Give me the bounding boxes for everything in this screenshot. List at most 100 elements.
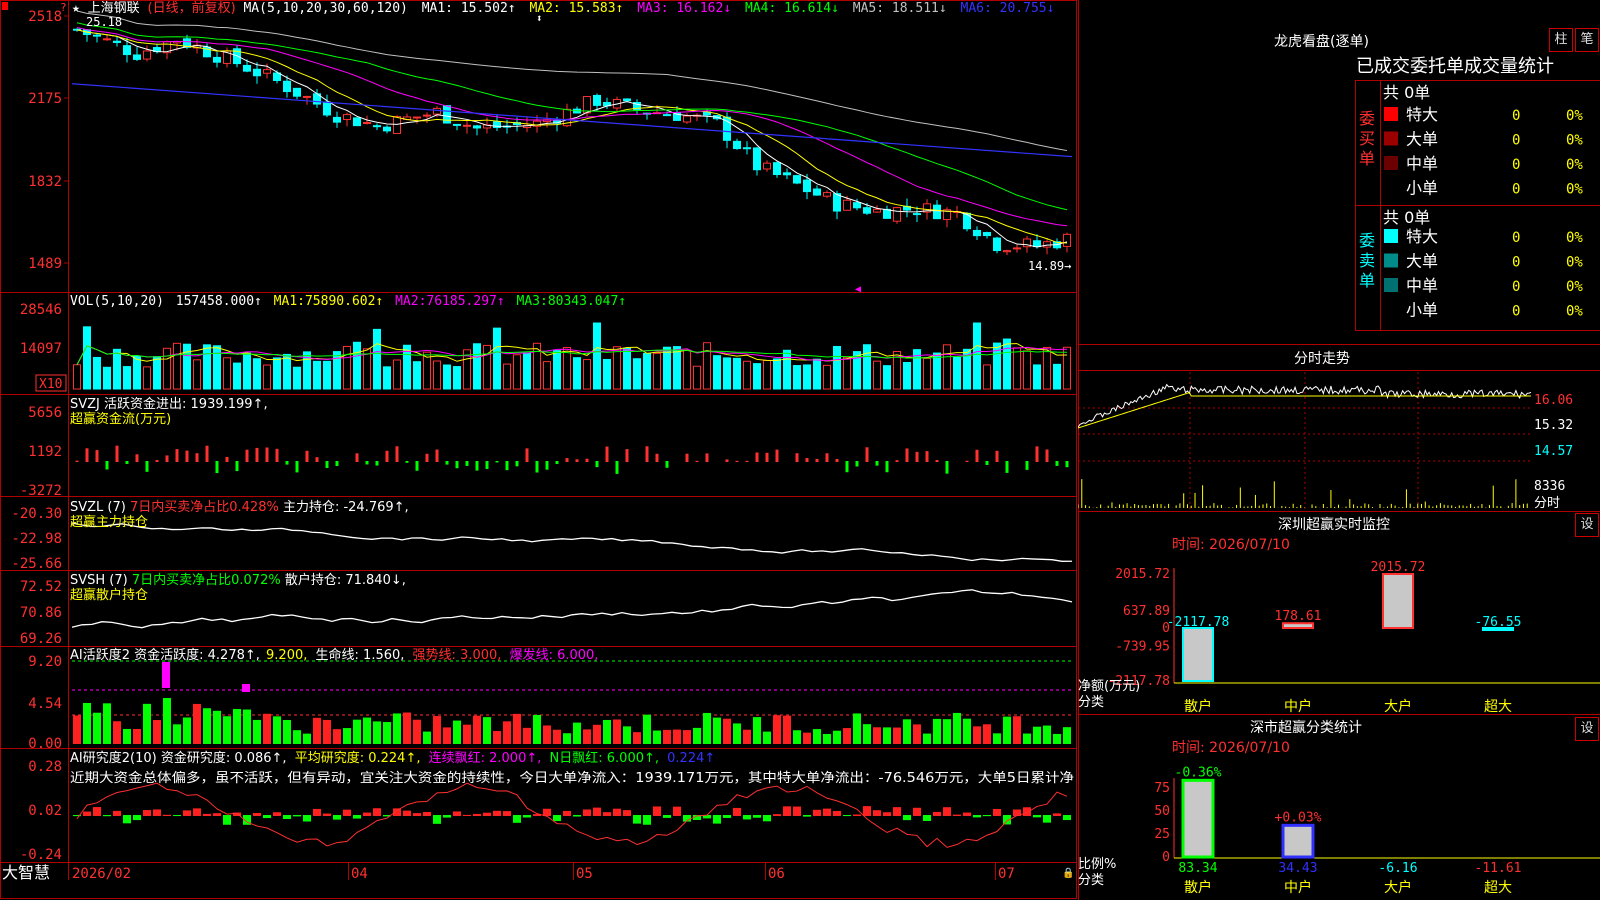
kline-chart-area[interactable]: ? 2518 2175 1832 1489 ★ 上海钢联 (日线，前复权) MA… <box>0 0 1078 900</box>
color-swatch <box>1384 156 1398 170</box>
ai-active-bar <box>303 733 311 744</box>
sz-class-settings-button[interactable]: 设 <box>1575 717 1599 741</box>
ai-research-bar <box>293 815 301 817</box>
volume-bar <box>93 356 101 390</box>
sz-monitor-settings-button[interactable]: 设 <box>1575 513 1599 537</box>
svzj-bar <box>805 457 809 462</box>
sz-monitor-category: 超大 <box>1484 699 1512 715</box>
row-name: 中单 <box>1406 154 1438 173</box>
volume-bar <box>413 361 421 390</box>
ai-research-bar <box>763 815 771 822</box>
ai-research-bar <box>573 815 581 817</box>
intraday-chart[interactable] <box>1078 372 1532 510</box>
sz-monitor-category: 中户 <box>1284 698 1312 715</box>
svsh-tick: 70.86 <box>20 605 62 621</box>
svzj-bar <box>395 446 399 462</box>
svzj-bar <box>895 460 899 462</box>
ai-active-bar <box>573 722 581 744</box>
ai-research-bar <box>643 815 651 825</box>
volume-bar <box>153 356 161 390</box>
ai-research-bar <box>523 815 531 818</box>
ma6-value: 20.755↓ <box>1000 1 1055 16</box>
candle-body <box>913 213 921 216</box>
svzj-bar <box>245 449 249 462</box>
ai-active-bar <box>913 724 921 744</box>
row-name: 大单 <box>1406 252 1438 271</box>
tick-view-button[interactable]: 笔 <box>1575 28 1599 52</box>
sz-class-value: 83.34 <box>1178 861 1217 876</box>
ai-active-bar <box>833 730 841 744</box>
row-count: 0 <box>1512 157 1520 173</box>
ai-research-bar <box>193 808 201 816</box>
volume-bar <box>713 355 721 390</box>
ai-active-bar <box>283 719 291 744</box>
ai-research-bar <box>953 814 961 816</box>
ai-active-bar <box>353 719 361 744</box>
ai-research-bar <box>403 810 411 816</box>
volume-bar <box>793 365 801 390</box>
star-icon: ★ <box>72 1 80 16</box>
volume-bar <box>513 354 521 390</box>
svzj-bar <box>105 461 109 470</box>
right-panel: 龙虎看盘(逐单) 已成交委托单成交量统计 委买单 共 0单 特大 0 0% 大单 0 0%… <box>1078 0 1600 900</box>
candle-body <box>873 208 881 213</box>
candle-body <box>1063 233 1071 247</box>
sz-monitor-value: 2015.72 <box>1371 560 1426 575</box>
svzj-bar <box>515 461 519 467</box>
volume-bar <box>613 346 621 390</box>
volume-bar <box>773 358 781 390</box>
svzj-bar <box>485 461 489 469</box>
color-swatch <box>1384 253 1398 268</box>
date-tick: 04 <box>351 866 368 882</box>
svzj-bar <box>575 459 579 462</box>
ai-active-bar <box>493 731 501 744</box>
svzj-bar <box>875 461 879 466</box>
volume-bar <box>643 352 651 390</box>
svzj-bar <box>85 448 89 462</box>
sz-class-category: 中户 <box>1284 879 1312 896</box>
candle-body <box>733 140 741 150</box>
svzj-bar <box>235 461 239 472</box>
candle-body <box>1043 241 1051 248</box>
svzj-bar <box>535 461 539 473</box>
volume-bar <box>823 364 831 390</box>
sz-class-axis-label: 比例% <box>1078 857 1116 872</box>
ai-active-bar <box>363 717 371 744</box>
ai-research-bar <box>823 808 831 816</box>
ai-active-bar <box>343 728 351 744</box>
ai-active-bar <box>253 719 261 744</box>
ai-active-bar <box>803 732 811 744</box>
volume-bar <box>173 342 181 390</box>
column-view-button[interactable]: 柱 <box>1549 28 1573 52</box>
period-label: (日线，前复权) <box>148 0 236 16</box>
sz-class-tick: 50 <box>1154 804 1170 819</box>
candle-body <box>843 199 851 211</box>
volume-bar <box>523 352 531 390</box>
candle-body <box>293 87 301 97</box>
svzj-bar <box>735 460 739 462</box>
ai-active-bar <box>853 713 861 744</box>
ai-research-bar <box>933 811 941 816</box>
ai-active-bar <box>813 729 821 744</box>
volume-bar <box>1003 338 1011 390</box>
ai-research-bar <box>263 815 271 819</box>
volume-bar <box>673 346 681 390</box>
svzj-bar <box>275 448 279 462</box>
lock-icon[interactable]: 🔒 <box>1062 867 1074 879</box>
ai-active-bar <box>123 728 131 744</box>
svzj-bar <box>555 461 559 465</box>
sz-class-value: -6.16 <box>1378 861 1417 876</box>
volume-bar <box>813 358 821 390</box>
volume-bar <box>903 361 911 390</box>
sz-class-pct: +0.03% <box>1275 810 1322 825</box>
chart-header: ★ 上海钢联 (日线，前复权) MA(5,10,20,30,60,120) MA… <box>72 0 1054 16</box>
ai-active-bar <box>73 715 81 744</box>
svzj-tick: 1192 <box>28 444 62 460</box>
volume-bar <box>223 357 231 390</box>
volume-bar <box>343 345 351 390</box>
ai-active-tick: 4.54 <box>28 696 62 712</box>
candle-body <box>623 98 631 102</box>
volume-bar <box>1063 346 1071 390</box>
volume-bar <box>253 358 261 390</box>
svzj-bar <box>765 452 769 462</box>
